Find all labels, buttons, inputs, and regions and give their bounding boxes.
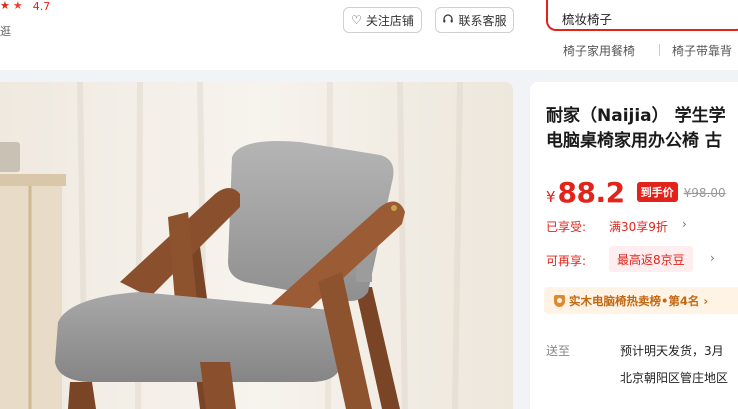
chevron-right-icon[interactable]: › [710, 251, 715, 265]
shop-rating: 4.7 [32, 0, 51, 13]
shipping-address[interactable]: 北京朝阳区管庄地区 [620, 369, 728, 386]
headset-icon [442, 13, 454, 28]
hot-word-link[interactable]: 椅子家用餐椅 [563, 42, 635, 59]
more-label: 可再享: [546, 254, 587, 268]
contact-service-button[interactable]: 联系客服 [435, 7, 514, 33]
rating-stars: ★ ★ 4.7 [0, 0, 51, 13]
product-title-line: 耐家（Naijia） 学生学 [546, 106, 726, 126]
product-title-line: 电脑桌椅家用办公椅 古 [546, 131, 722, 151]
hot-word-divider [659, 44, 660, 56]
follow-shop-button[interactable]: ♡ 关注店铺 [343, 7, 422, 33]
heart-icon: ♡ [351, 13, 362, 27]
more-coupon[interactable]: 最高返8京豆 [609, 246, 693, 272]
currency-symbol: ¥ [546, 188, 556, 206]
star-half-icon: ★ [12, 0, 23, 12]
shipping-estimate: 预计明天发货，3月 [620, 344, 724, 358]
enjoyed-label: 已享受: [546, 220, 587, 234]
final-price: 88.2 [557, 176, 626, 209]
product-title: 耐家（Naijia） 学生学 电脑桌椅家用办公椅 古 [546, 104, 738, 154]
original-price: ¥98.00 [683, 186, 726, 200]
ship-to-label: 送至 [546, 344, 571, 358]
star-icon: ★ [0, 0, 10, 12]
product-image[interactable] [0, 82, 513, 409]
chevron-right-icon[interactable]: › [682, 217, 687, 231]
rank-badge[interactable]: 实木电脑椅热卖榜•第4名 › [544, 287, 738, 314]
hot-word-link[interactable]: 椅子带靠背 [672, 42, 732, 59]
follow-shop-label: 关注店铺 [365, 13, 414, 28]
enjoyed-coupon[interactable]: 满30享9折 [609, 218, 668, 235]
shield-badge-icon [554, 294, 565, 307]
contact-service-label: 联系客服 [458, 13, 507, 28]
more-coupon-text: 最高返8京豆 [617, 252, 685, 267]
search-input[interactable]: 梳妆椅子 [546, 0, 738, 31]
final-price-tag: 到手价 [636, 182, 678, 202]
shop-link[interactable]: 逛 [0, 23, 11, 39]
price-row: ¥ 88.2 到手价 ¥98.00 [546, 176, 726, 209]
rank-text: 实木电脑椅热卖榜•第4名 [569, 293, 700, 308]
top-bar: ★ ★ 4.7 逛 ♡ 关注店铺 联系客服 梳妆椅子 椅子家用餐椅 椅子带靠背 [0, 0, 738, 70]
chevron-right-icon: › [703, 293, 709, 308]
product-info-panel: 耐家（Naijia） 学生学 电脑桌椅家用办公椅 古 ¥ 88.2 到手价 ¥9… [530, 82, 738, 409]
